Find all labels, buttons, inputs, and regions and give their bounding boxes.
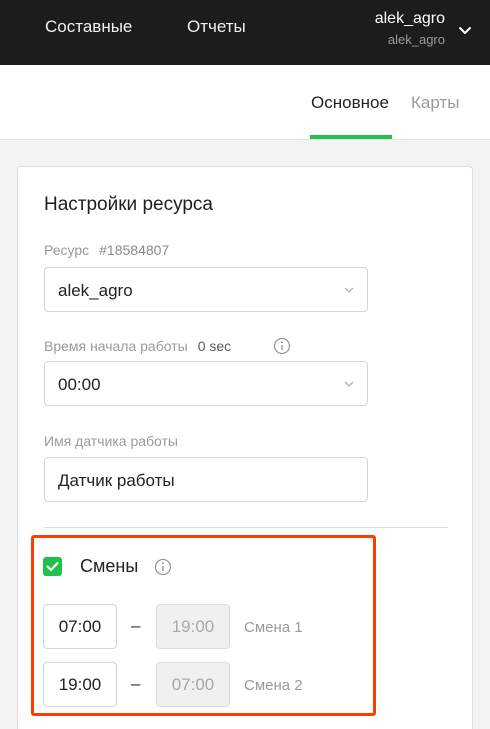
card-title: Настройки ресурса — [44, 194, 213, 215]
tab-maps[interactable]: Карты — [411, 93, 459, 113]
chevron-down-icon[interactable] — [457, 22, 473, 38]
sensor-name-value: Датчик работы — [58, 471, 175, 490]
nav-item-composite[interactable]: Составные — [45, 17, 132, 37]
chevron-down-icon — [344, 381, 354, 387]
time-range-separator: – — [131, 616, 141, 635]
shift-1-end-input: 19:00 — [156, 604, 230, 649]
user-name[interactable]: alek_agro — [375, 10, 445, 28]
start-time-label: Время начала работы — [44, 338, 188, 354]
start-time-offset: 0 sec — [197, 338, 232, 354]
user-login: alek_agro — [387, 32, 445, 47]
chevron-down-icon — [344, 287, 354, 293]
sensor-name-input[interactable]: Датчик работы — [44, 457, 368, 502]
shift-1-name: Смена 1 — [244, 619, 303, 636]
start-time-label-row: Время начала работы 0 sec — [44, 338, 231, 354]
info-icon[interactable] — [154, 558, 172, 576]
shift-2-start-input[interactable]: 19:00 — [43, 662, 117, 707]
info-icon[interactable] — [273, 337, 291, 355]
shift-1-start-input[interactable]: 07:00 — [43, 604, 117, 649]
resource-label: Ресурс — [44, 242, 90, 258]
resource-label-row: Ресурс #18584807 — [44, 242, 169, 258]
resource-select-value: alek_agro — [58, 281, 133, 300]
nav-item-reports[interactable]: Отчеты — [187, 17, 246, 37]
sensor-label: Имя датчика работы — [44, 433, 178, 449]
top-bar: Составные Отчеты alek_agro alek_agro — [0, 0, 490, 65]
shift-2-end-input: 07:00 — [156, 662, 230, 707]
shift-2-name: Смена 2 — [244, 677, 303, 694]
time-range-separator: – — [131, 674, 141, 693]
shifts-checkbox[interactable] — [43, 557, 62, 576]
start-time-select[interactable]: 00:00 — [44, 361, 368, 406]
check-icon — [46, 561, 59, 572]
tab-bar: Основное Карты — [0, 65, 490, 140]
resource-id: #18584807 — [99, 242, 170, 258]
tab-general[interactable]: Основное — [311, 93, 389, 113]
active-tab-indicator — [310, 135, 392, 139]
shifts-label: Смены — [80, 556, 139, 576]
start-time-value: 00:00 — [58, 375, 101, 394]
divider — [44, 527, 448, 528]
resource-select[interactable]: alek_agro — [44, 267, 368, 312]
